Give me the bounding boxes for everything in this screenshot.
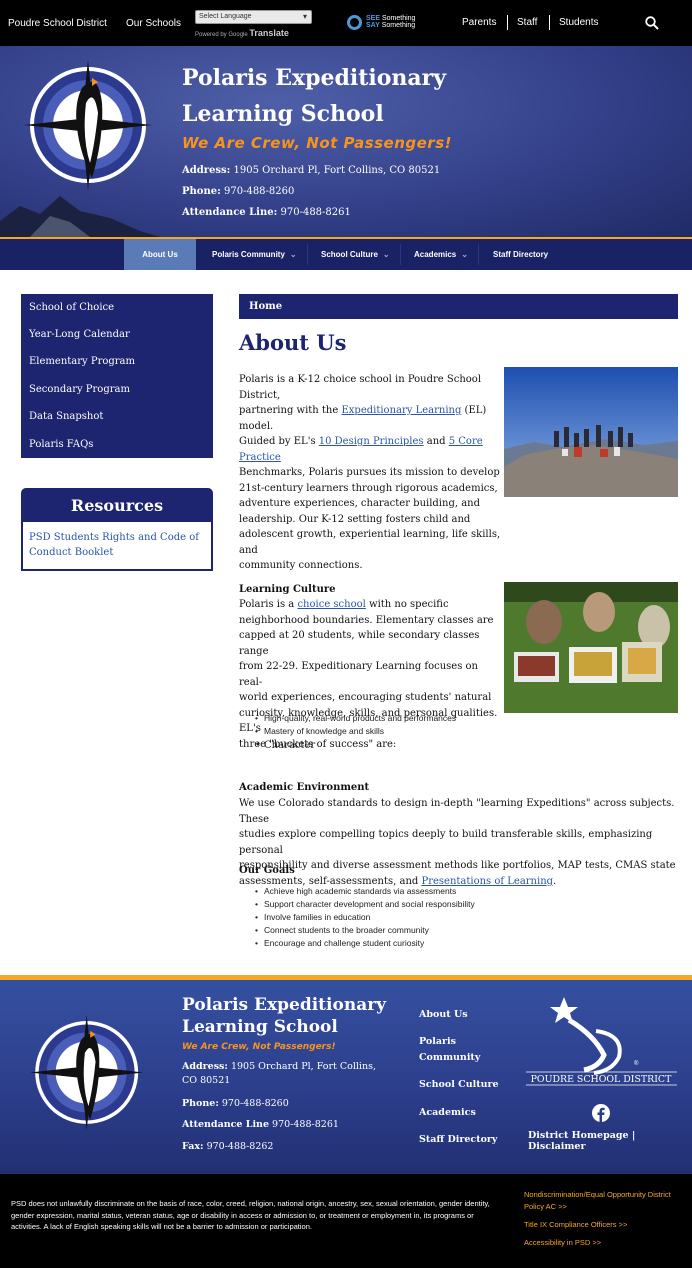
chevron-down-icon: ⌄ xyxy=(461,250,468,259)
eye-icon xyxy=(347,15,362,30)
district-homepage-link[interactable]: District Homepage xyxy=(528,1130,629,1141)
breadcrumb: Home xyxy=(239,294,678,319)
resources-heading: Resources xyxy=(23,490,211,522)
top-bar: Poudre School District Our Schools Selec… xyxy=(0,0,692,46)
footer-link-academics[interactable]: Academics xyxy=(419,1105,514,1121)
footer-phone: Phone: 970-488-8260 xyxy=(182,1098,289,1109)
sidebar-item-calendar[interactable]: Year-Long Calendar xyxy=(29,329,130,340)
list-item: Mastery of knowledge and skills xyxy=(255,726,384,736)
design-principles-link[interactable]: 10 Design Principles xyxy=(319,436,424,447)
footer-fax: Fax: 970-488-8262 xyxy=(182,1141,274,1152)
sidebar-item-elementary[interactable]: Elementary Program xyxy=(29,356,135,367)
mountain-summit-photo xyxy=(504,367,678,497)
footer: Polaris Expeditionary Learning School We… xyxy=(0,980,692,1174)
our-goals-heading: Our Goals xyxy=(239,865,295,876)
psd-logo-text: POUDRE SCHOOL DISTRICT xyxy=(531,1074,672,1085)
academic-environment-heading: Academic Environment xyxy=(239,782,370,793)
hero-banner: Polaris Expeditionary Learning School We … xyxy=(0,46,692,237)
list-item: Character xyxy=(255,740,315,751)
district-link[interactable]: Poudre School District xyxy=(8,18,107,29)
svg-text:®: ® xyxy=(634,1060,639,1067)
intro-paragraph: Polaris is a K-12 choice school in Poudr… xyxy=(239,374,501,571)
footer-link-polaris-community[interactable]: Polaris Community xyxy=(419,1034,514,1066)
list-item: Connect students to the broader communit… xyxy=(255,925,429,935)
choice-school-link[interactable]: choice school xyxy=(297,599,365,610)
footer-link-about-us[interactable]: About Us xyxy=(419,1007,514,1023)
chevron-down-icon: ⌄ xyxy=(289,250,297,259)
expeditionary-learning-link[interactable]: Expeditionary Learning xyxy=(341,405,461,416)
code-of-conduct-link[interactable]: PSD Students Rights and Code of Conduct … xyxy=(29,530,205,560)
divider xyxy=(549,15,550,30)
school-title: Polaris Expeditionary Learning School xyxy=(182,65,447,127)
polaris-logo[interactable] xyxy=(24,1013,152,1139)
title-ix-link[interactable]: Title IX Compliance Officers >> xyxy=(524,1219,684,1231)
sidebar-item-secondary[interactable]: Secondary Program xyxy=(29,384,130,395)
sidebar-menu: School of Choice Year-Long Calendar Elem… xyxy=(21,294,213,458)
footer-attendance: Attendance Line 970-488-8261 xyxy=(182,1119,339,1130)
psd-logo[interactable]: ® POUDRE SCHOOL DISTRICT xyxy=(524,995,679,1087)
footer-link-staff-directory[interactable]: Staff Directory xyxy=(419,1132,514,1148)
phone-line: Phone: 970-488-8260 xyxy=(182,186,295,197)
nondiscrimination-policy-link[interactable]: Nondiscrimination/Equal Opportunity Dist… xyxy=(524,1189,684,1212)
district-links: District Homepage | Disclaimer xyxy=(528,1130,636,1152)
chevron-down-icon: ▾ xyxy=(302,12,307,21)
learning-culture-heading: Learning Culture xyxy=(239,584,336,595)
list-item: Involve families in education xyxy=(255,912,370,922)
list-item: Support character development and social… xyxy=(255,899,475,909)
google-translate-credit: Powered by Google Translate xyxy=(195,28,289,38)
nondiscrimination-statement: PSD does not unlawfully discriminate on … xyxy=(11,1199,490,1232)
our-schools-link[interactable]: Our Schools xyxy=(126,18,181,29)
accessibility-link[interactable]: Accessibility in PSD >> xyxy=(524,1237,684,1249)
facebook-icon[interactable] xyxy=(592,1104,610,1122)
students-link[interactable]: Students xyxy=(559,17,598,28)
nav-polaris-community[interactable]: Polaris Community ⌄ xyxy=(212,239,297,270)
sidebar-item-faqs[interactable]: Polaris FAQs xyxy=(29,439,93,450)
presentations-of-learning-link[interactable]: Presentations of Learning xyxy=(421,876,553,887)
divider xyxy=(507,15,508,30)
breadcrumb-home[interactable]: Home xyxy=(249,301,282,312)
list-item: Achieve high academic standards via asse… xyxy=(255,886,456,896)
polaris-logo[interactable] xyxy=(22,58,157,200)
footer-link-school-culture[interactable]: School Culture xyxy=(419,1077,514,1093)
school-motto: We Are Crew, Not Passengers! xyxy=(182,134,452,152)
students-garden-photo xyxy=(504,582,678,713)
footer-motto: We Are Crew, Not Passengers! xyxy=(182,1042,336,1052)
sidebar-item-school-of-choice[interactable]: School of Choice xyxy=(29,302,114,313)
nav-academics[interactable]: Academics ⌄ xyxy=(414,239,468,270)
academic-paragraph: We use Colorado standards to design in-d… xyxy=(239,798,676,887)
footer-address: Address: 1905 Orchard Pl, Fort Collins, … xyxy=(182,1061,376,1086)
legal-bar: PSD does not unlawfully discriminate on … xyxy=(0,1174,692,1268)
nav-about-us[interactable]: About Us xyxy=(124,239,196,270)
chevron-down-icon: ⌄ xyxy=(382,250,390,259)
search-icon[interactable] xyxy=(645,16,659,30)
main-nav: About Us Polaris Community ⌄ School Cultu… xyxy=(0,239,692,270)
list-item: High-quality, real-world products and pe… xyxy=(255,713,456,723)
attendance-line: Attendance Line: 970-488-8261 xyxy=(182,207,351,218)
address-line: Address: 1905 Orchard Pl, Fort Collins, … xyxy=(182,165,441,176)
resources-box: Resources PSD Students Rights and Code o… xyxy=(21,488,213,571)
sidebar-item-data-snapshot[interactable]: Data Snapshot xyxy=(29,411,103,422)
list-item: Encourage and challenge student curiosit… xyxy=(255,938,424,948)
page-title: About Us xyxy=(239,330,347,355)
nav-staff-directory[interactable]: Staff Directory xyxy=(493,239,548,270)
disclaimer-link[interactable]: Disclaimer xyxy=(528,1141,585,1152)
nav-school-culture[interactable]: School Culture ⌄ xyxy=(321,239,390,270)
parents-link[interactable]: Parents xyxy=(462,17,496,28)
footer-school-title: Polaris Expeditionary Learning School xyxy=(182,995,387,1037)
staff-link[interactable]: Staff xyxy=(517,17,537,28)
language-select[interactable]: Select Language ▾ xyxy=(195,10,312,24)
